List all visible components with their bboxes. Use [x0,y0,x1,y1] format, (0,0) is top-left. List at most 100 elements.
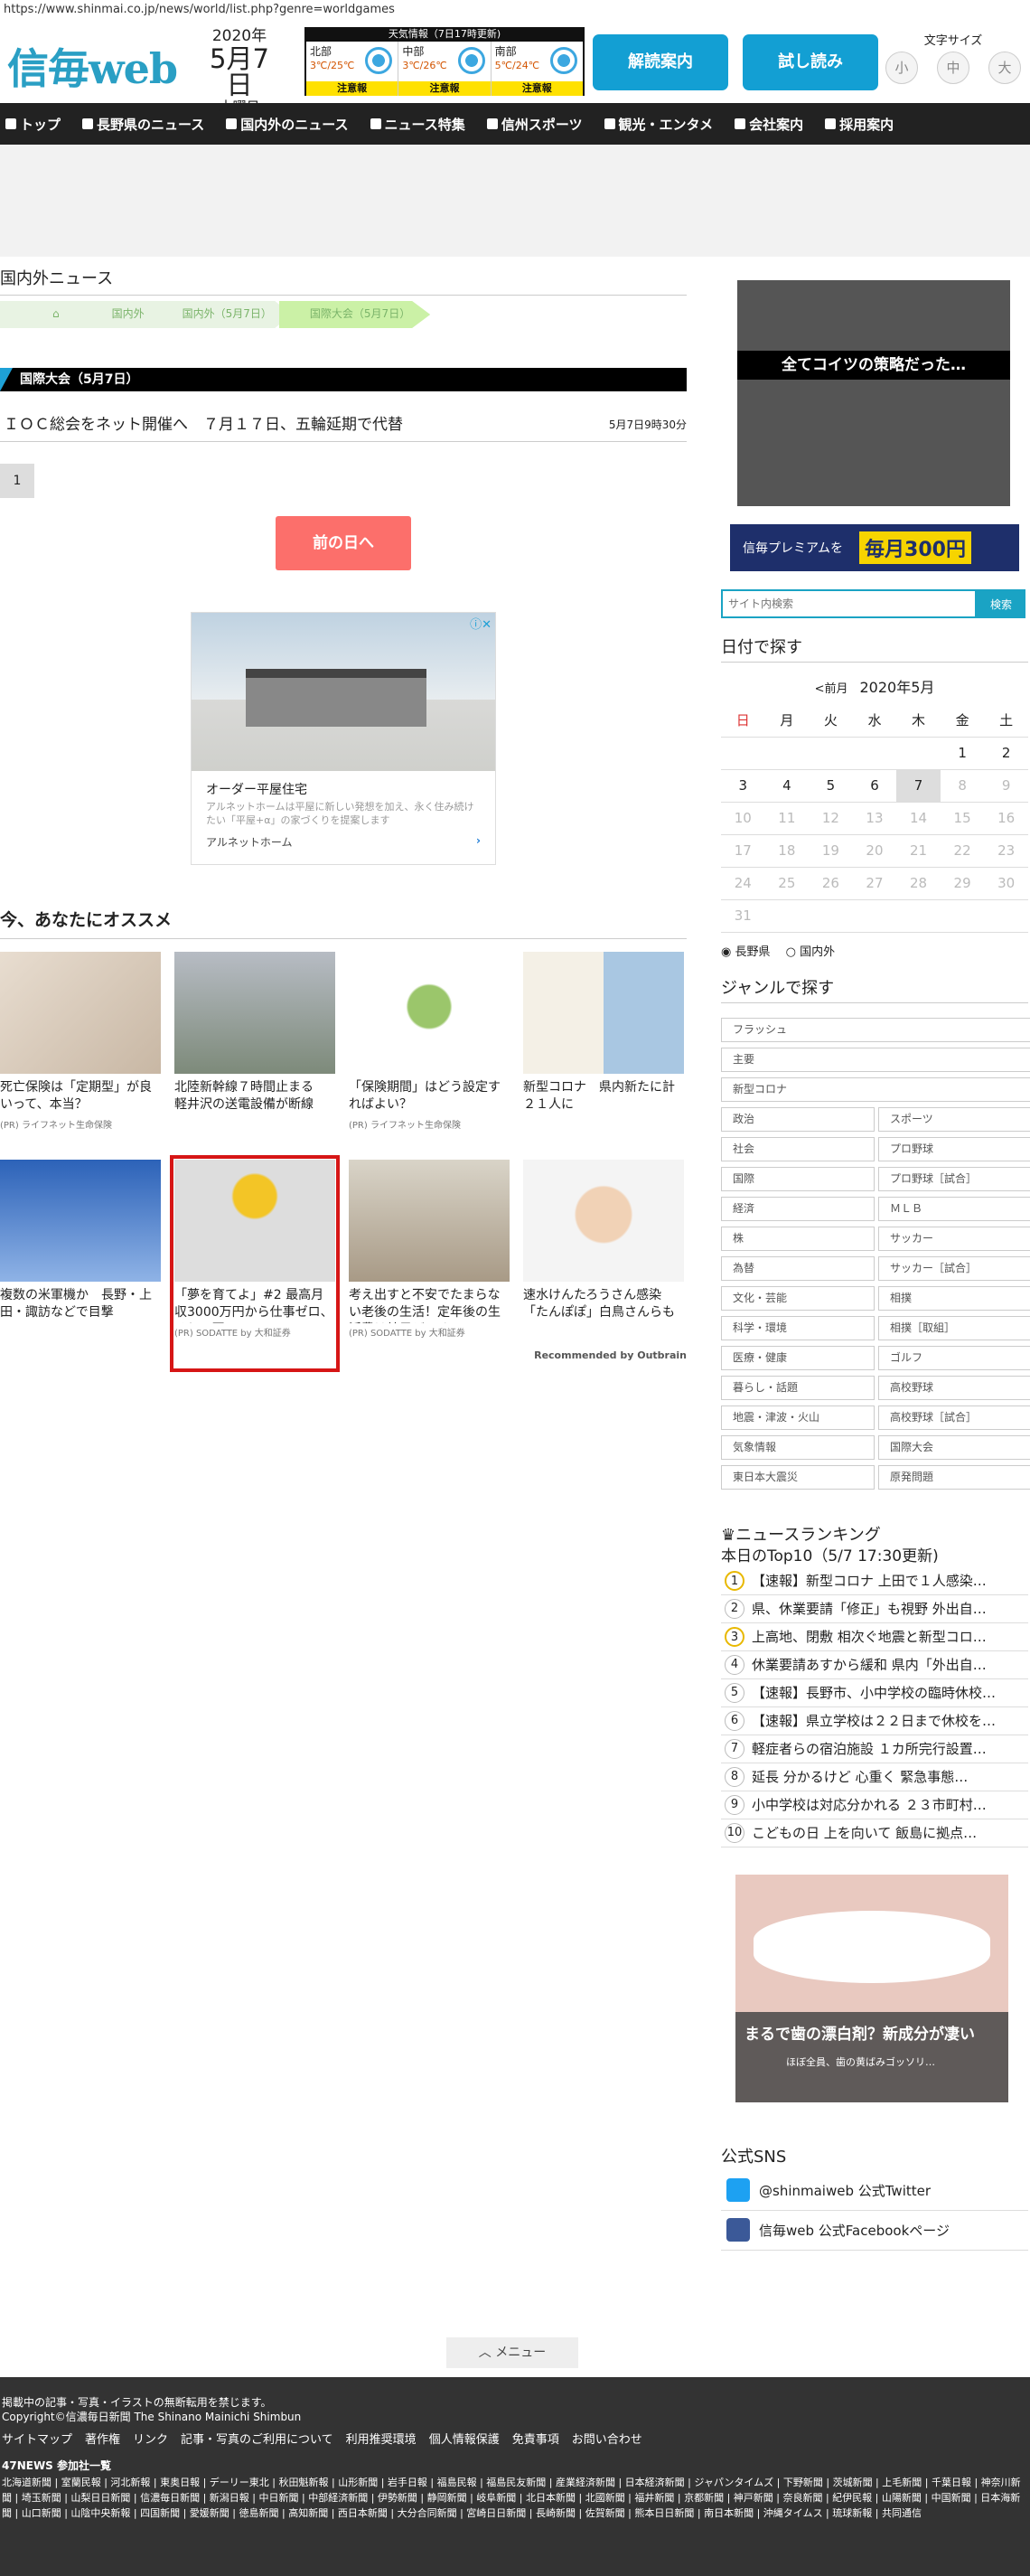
article-title[interactable]: ＩＯＣ総会をネット開催へ ７月１７日、五輪延期で代替 [0,411,403,434]
genre-item[interactable]: 東日本大震災 [721,1464,875,1490]
menu-toggle[interactable]: ︿ メニュー [446,2337,578,2368]
recommend-card[interactable]: 考え出すと不安でたまらない老後の生活！定年後の生活費は結局どのく… (PR) SO… [349,1160,510,1368]
genre-item[interactable]: 相撲 [878,1285,1030,1311]
footer-link[interactable]: お問い合わせ [572,2433,642,2447]
recommend-card[interactable]: 速水けんたろうさん感染 「たんぽぽ」白鳥さんらも [523,1160,684,1368]
subscribe-button[interactable]: 解読案内 [593,34,728,90]
genre-item[interactable]: 文化・芸能 [721,1285,875,1311]
sidebar-ad[interactable]: 全てコイツの策略だった… [737,280,1010,506]
breadcrumb-world-date[interactable]: 国内外（5月7日） [151,301,292,328]
calendar-day[interactable]: 6 [852,769,897,803]
font-medium-button[interactable]: 中 [937,52,969,84]
genre-item[interactable]: 原発問題 [878,1464,1030,1490]
nav-company[interactable]: 会社案内 [735,115,803,134]
recommend-card[interactable]: 新型コロナ 県内新たに計２１人に [523,952,684,1160]
genre-item[interactable]: ＭＬＢ [878,1196,1030,1221]
nav-world[interactable]: 国内外のニュース [226,115,349,134]
genre-item[interactable]: 新型コロナ [721,1076,1030,1102]
ad-card[interactable]: ⓘ✕ オーダー平屋住宅 アルネットホームは平屋に新しい発想を加え、永く住み続けた… [191,612,496,865]
ranking-item[interactable]: 7 軽症者らの宿泊施設 １カ所完行設置… [721,1735,1028,1763]
footer-link[interactable]: サイトマップ [2,2433,72,2447]
sidebar-ad-2[interactable]: まるで歯の漂白剤？新成分が凄い ほぼ全員、歯の黄ばみゴッソリ… [735,1874,1008,2102]
site-logo[interactable]: 信毎web [7,36,178,96]
teeth-image [754,1910,990,1983]
trial-button[interactable]: 試し読み [743,34,878,90]
calendar-day[interactable]: 3 [721,769,765,803]
nav-recruit[interactable]: 採用案内 [825,115,894,134]
genre-item[interactable]: ゴルフ [878,1345,1030,1370]
nav-top[interactable]: トップ [5,115,61,134]
genre-item[interactable]: 科学・環境 [721,1315,875,1340]
weather-widget[interactable]: 天気情報（7日17時更新) 北部 3℃/25℃ 注意報 中部 3℃/26℃ 注意報 南部… [304,27,585,96]
genre-item[interactable]: 気象情報 [721,1434,875,1460]
page-number[interactable]: 1 [0,464,34,498]
genre-item[interactable]: フラッシュ [721,1017,1030,1042]
genre-item[interactable]: 暮らし・話題 [721,1375,875,1400]
calendar-day[interactable]: 2 [984,737,1028,770]
genre-item[interactable]: 経済 [721,1196,875,1221]
ranking-item[interactable]: 5 【速報】長野市、小中学校の臨時休校… [721,1679,1028,1707]
genre-item[interactable]: 高校野球［試合］ [878,1405,1030,1430]
twitter-link[interactable]: @shinmaiweb 公式Twitter [721,2171,1028,2211]
recommend-card[interactable]: 死亡保険は「定期型」が良いって、本当？ (PR) ライフネット生命保険 [0,952,161,1160]
genre-item[interactable]: サッカー [878,1226,1030,1251]
calendar-day[interactable]: 5 [809,769,853,803]
genre-item[interactable]: 社会 [721,1136,875,1161]
genre-item[interactable]: 地震・津波・火山 [721,1405,875,1430]
calendar-day[interactable]: 1 [940,737,985,770]
calendar-day[interactable]: 4 [764,769,810,803]
footer-link[interactable]: 利用推奨環境 [346,2433,417,2447]
genre-item[interactable]: プロ野球 [878,1136,1030,1161]
prev-day-button[interactable]: 前の日へ [276,516,411,570]
genre-item[interactable]: 株 [721,1226,875,1251]
premium-banner[interactable]: 信毎プレミアムを 毎月300円 [730,524,1019,571]
ranking-item[interactable]: 8 延長 分かるけど 心重く 緊急事態… [721,1763,1028,1791]
genre-item[interactable]: 医療・健康 [721,1345,875,1370]
genre-item[interactable]: 政治 [721,1106,875,1132]
ranking-item[interactable]: 2 県、休業要請「修正」も視野 外出自… [721,1595,1028,1623]
ranking-item[interactable]: 9 小中学校は対応分かれる ２３市町村… [721,1791,1028,1819]
font-large-button[interactable]: 大 [988,52,1021,84]
facebook-link[interactable]: 信毎web 公式Facebookページ [721,2211,1028,2251]
radio-world[interactable]: ○ 国内外 [786,945,836,959]
ranking-item[interactable]: 1 【速報】新型コロナ 上田で１人感染… [721,1567,1028,1595]
recommend-card[interactable]: 複数の米軍機か 長野・上田・諏訪などで目撃 [0,1160,161,1368]
genre-item[interactable]: 為替 [721,1255,875,1281]
prev-month-link[interactable]: <前月 [815,682,848,696]
recommend-card[interactable]: 「保険期間」はどう設定すればよい？ (PR) ライフネット生命保険 [349,952,510,1160]
radio-nagano[interactable]: ◉ 長野県 [721,945,771,959]
nav-entertainment[interactable]: 観光・エンタメ [604,115,713,134]
ranking-item[interactable]: 6 【速報】県立学校は２２日まで休校を… [721,1707,1028,1735]
genre-item[interactable]: 相撲［取組］ [878,1315,1030,1340]
recommend-card[interactable]: 北陸新幹線７時間止まる 軽井沢の送電設備が断線 [174,952,335,1160]
breadcrumb-home[interactable]: ⌂ [0,301,94,328]
article-row[interactable]: ＩＯＣ総会をネット開催へ ７月１７日、五輪延期で代替 5月7日9時30分 [0,411,687,442]
ranking-item[interactable]: 4 休業要請あすから緩和 県内「外出自… [721,1651,1028,1679]
calendar-day[interactable]: 7 [896,769,941,803]
font-small-button[interactable]: 小 [885,52,918,84]
footer-link[interactable]: リンク [133,2433,168,2447]
ranking-item[interactable]: 3 上高地、閉敷 相次ぐ地震と新型コロ… [721,1623,1028,1651]
genre-item[interactable]: 高校野球 [878,1375,1030,1400]
genre-item[interactable]: サッカー［試合］ [878,1255,1030,1281]
47news-papers[interactable]: 北海道新聞 | 室蘭民報 | 河北新報 | 東奥日報 | デーリー東北 | 秋田… [2,2475,1028,2521]
genre-item[interactable]: スポーツ [878,1106,1030,1132]
recommend-card[interactable]: 「夢を育てよ」#2 最高月収3000万円から仕事ゼロ、そして再… (PR) SOD… [170,1155,340,1372]
footer-link[interactable]: 免責事項 [512,2433,559,2447]
genre-item[interactable]: 国際大会 [878,1434,1030,1460]
genre-item[interactable]: プロ野球［試合］ [878,1166,1030,1191]
search-button[interactable]: 検索 [977,589,1025,618]
genre-item[interactable]: 主要 [721,1047,1030,1072]
ad-choices-icon[interactable]: ⓘ✕ [470,615,492,632]
nav-feature[interactable]: ニュース特集 [370,115,465,134]
footer-link[interactable]: 個人情報保護 [429,2433,500,2447]
search-input[interactable] [721,589,977,618]
footer-link[interactable]: 記事・写真のご利用について [181,2433,333,2447]
ranking-item[interactable]: 10 こどもの日 上を向いて 飯島に拠点… [721,1819,1028,1847]
ranking-headline: 【速報】新型コロナ 上田で１人感染… [752,1573,987,1589]
genre-item[interactable]: 国際 [721,1166,875,1191]
nav-sports[interactable]: 信州スポーツ [486,115,583,134]
nav-nagano[interactable]: 長野県のニュース [82,115,204,134]
footer-link[interactable]: 著作権 [85,2433,120,2447]
calendar-day [764,737,810,770]
